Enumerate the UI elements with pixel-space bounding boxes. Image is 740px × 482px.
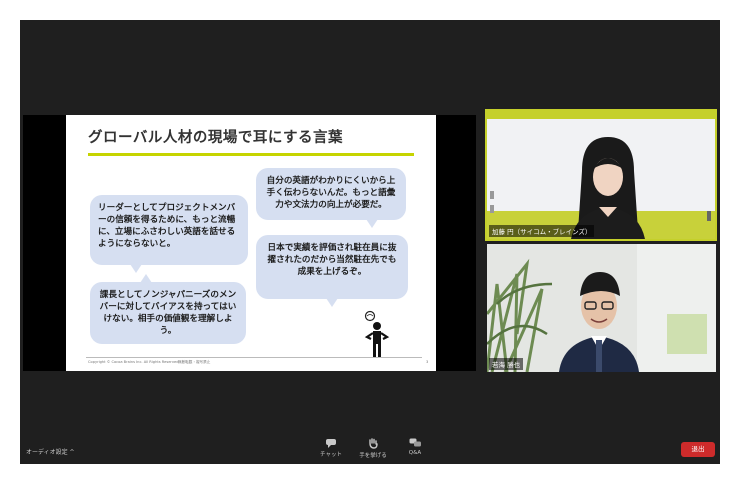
participant-name: 若海 勝也: [489, 358, 524, 370]
qa-label: Q&A: [408, 450, 422, 456]
qa-button[interactable]: Q&A: [403, 438, 427, 456]
bubble-text: 課長としてノンジャパニーズのメンバーに対してバイアスを持ってはいけない。相手の価…: [99, 290, 237, 336]
bubble-tail: [140, 274, 152, 283]
thinking-person-icon: [364, 310, 390, 357]
raise-hand-button[interactable]: 手を挙げる: [356, 438, 390, 459]
chat-label: チャット: [320, 452, 342, 458]
bubble-tail: [130, 264, 142, 273]
slide-page-number: 3: [426, 360, 429, 364]
audio-settings[interactable]: オーディオ設定 ^: [26, 447, 75, 456]
raise-hand-label: 手を挙げる: [359, 453, 387, 459]
participant-2-image: [487, 244, 716, 372]
participant-video-2[interactable]: 若海 勝也: [487, 244, 716, 372]
bubble-tail: [326, 298, 338, 307]
presentation-slide: グローバル人材の現場で耳にする言葉 自分の英語がわかりにくいから上手く伝わらない…: [66, 115, 436, 371]
chevron-up-icon: ^: [69, 449, 75, 456]
bubble-text: 自分の英語がわかりにくいから上手く伝わらないんだ。もっと語彙力や文法力の向上が必…: [266, 176, 396, 210]
participant-1-image: [487, 111, 715, 239]
audio-settings-label: オーディオ設定: [26, 449, 68, 456]
speech-bubble-results: 日本で実績を評価され駐在員に抜擢されたのだから当然駐在先でも成果を上げるぞ。: [256, 235, 408, 307]
leave-button[interactable]: 退出: [681, 442, 715, 457]
participant-name: 加藤 円（サイコム・ブレインズ）: [489, 225, 595, 237]
speech-bubble-bias: 課長としてノンジャパニーズのメンバーに対してバイアスを持ってはいけない。相手の価…: [90, 274, 246, 344]
bubble-text: 日本で実績を評価され駐在員に抜擢されたのだから当然駐在先でも成果を上げるぞ。: [267, 243, 397, 277]
chat-icon: [326, 439, 336, 448]
bubble-tail: [366, 219, 378, 228]
slide-copyright: Copyright © Cocoa Brains Inc. All Rights…: [88, 360, 179, 364]
chat-button[interactable]: チャット: [319, 438, 343, 458]
slide-title: グローバル人材の現場で耳にする言葉: [88, 130, 343, 146]
hand-icon: [369, 438, 378, 449]
qa-icon: [409, 438, 421, 447]
footer-rule: [86, 357, 422, 358]
participant-video-1[interactable]: 加藤 円（サイコム・ブレインズ）: [485, 109, 717, 241]
meeting-window: グローバル人材の現場で耳にする言葉 自分の英語がわかりにくいから上手く伝わらない…: [20, 20, 720, 464]
title-underline: [88, 153, 414, 156]
speech-bubble-vocabulary: 自分の英語がわかりにくいから上手く伝わらないんだ。もっと語彙力や文法力の向上が必…: [256, 168, 406, 228]
bubble-text: リーダーとしてプロジェクトメンバーの信頼を得るために、もっと流暢に、立場にふさわ…: [98, 203, 236, 249]
speech-bubble-fluency: リーダーとしてプロジェクトメンバーの信頼を得るために、もっと流暢に、立場にふさわ…: [90, 195, 248, 273]
slide-footer-note: 無断転載・複写禁止: [178, 360, 211, 364]
